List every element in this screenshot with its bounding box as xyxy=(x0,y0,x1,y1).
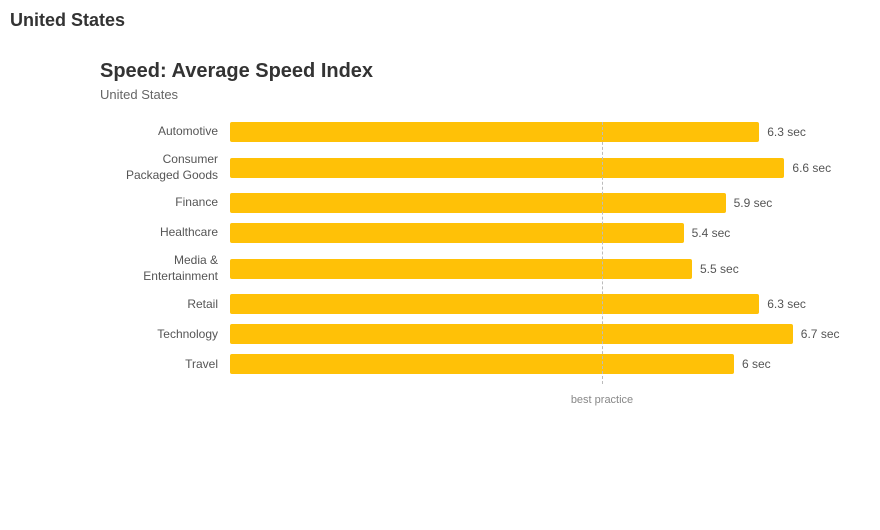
bar-label: ConsumerPackaged Goods xyxy=(100,152,230,183)
bar-row: Healthcare 5.4 sec xyxy=(100,223,860,243)
bar-label: Media &Entertainment xyxy=(100,253,230,284)
bar-track: 6.3 sec xyxy=(230,294,860,314)
bar-value: 6.3 sec xyxy=(767,125,806,139)
bar-track: 6.3 sec xyxy=(230,122,860,142)
bar-value: 5.5 sec xyxy=(700,262,739,276)
bar-row: Media &Entertainment 5.5 sec xyxy=(100,253,860,284)
bar-label: Retail xyxy=(100,297,230,313)
bar-track: 6 sec xyxy=(230,354,860,374)
bar-row: Travel 6 sec xyxy=(100,354,860,374)
chart-container: Speed: Average Speed Index United States… xyxy=(100,60,860,500)
bar-label: Automotive xyxy=(100,124,230,140)
bar-row: Finance 5.9 sec xyxy=(100,193,860,213)
bar-row: Automotive 6.3 sec xyxy=(100,122,860,142)
bar-label: Travel xyxy=(100,357,230,373)
chart-title: Speed: Average Speed Index xyxy=(100,60,860,83)
bar-value: 5.4 sec xyxy=(692,226,731,240)
bar-label: Healthcare xyxy=(100,225,230,241)
bar-fill xyxy=(230,122,759,142)
bar-value: 6 sec xyxy=(742,357,771,371)
bar-value: 6.3 sec xyxy=(767,297,806,311)
bar-value: 6.7 sec xyxy=(801,327,840,341)
best-practice-label: best practice xyxy=(571,394,633,406)
bars-wrapper: Automotive 6.3 sec ConsumerPackaged Goods 6… xyxy=(100,122,860,384)
bar-row: ConsumerPackaged Goods 6.6 sec xyxy=(100,152,860,183)
bar-row: Retail 6.3 sec xyxy=(100,294,860,314)
page-title: United States xyxy=(10,10,125,31)
bar-fill xyxy=(230,324,793,344)
bars-area: Automotive 6.3 sec ConsumerPackaged Goods 6… xyxy=(100,122,860,384)
bar-label: Technology xyxy=(100,327,230,343)
bar-fill xyxy=(230,223,684,243)
bar-track: 5.9 sec xyxy=(230,193,860,213)
bar-fill xyxy=(230,294,759,314)
bar-track: 5.5 sec xyxy=(230,259,860,279)
bar-track: 6.6 sec xyxy=(230,158,860,178)
bar-fill xyxy=(230,158,784,178)
bar-fill xyxy=(230,259,692,279)
bar-track: 5.4 sec xyxy=(230,223,860,243)
bar-track: 6.7 sec xyxy=(230,324,860,344)
bar-label: Finance xyxy=(100,195,230,211)
bar-fill xyxy=(230,193,726,213)
bar-value: 5.9 sec xyxy=(734,196,773,210)
bar-fill xyxy=(230,354,734,374)
bar-value: 6.6 sec xyxy=(792,161,831,175)
chart-subtitle: United States xyxy=(100,87,860,102)
bar-row: Technology 6.7 sec xyxy=(100,324,860,344)
